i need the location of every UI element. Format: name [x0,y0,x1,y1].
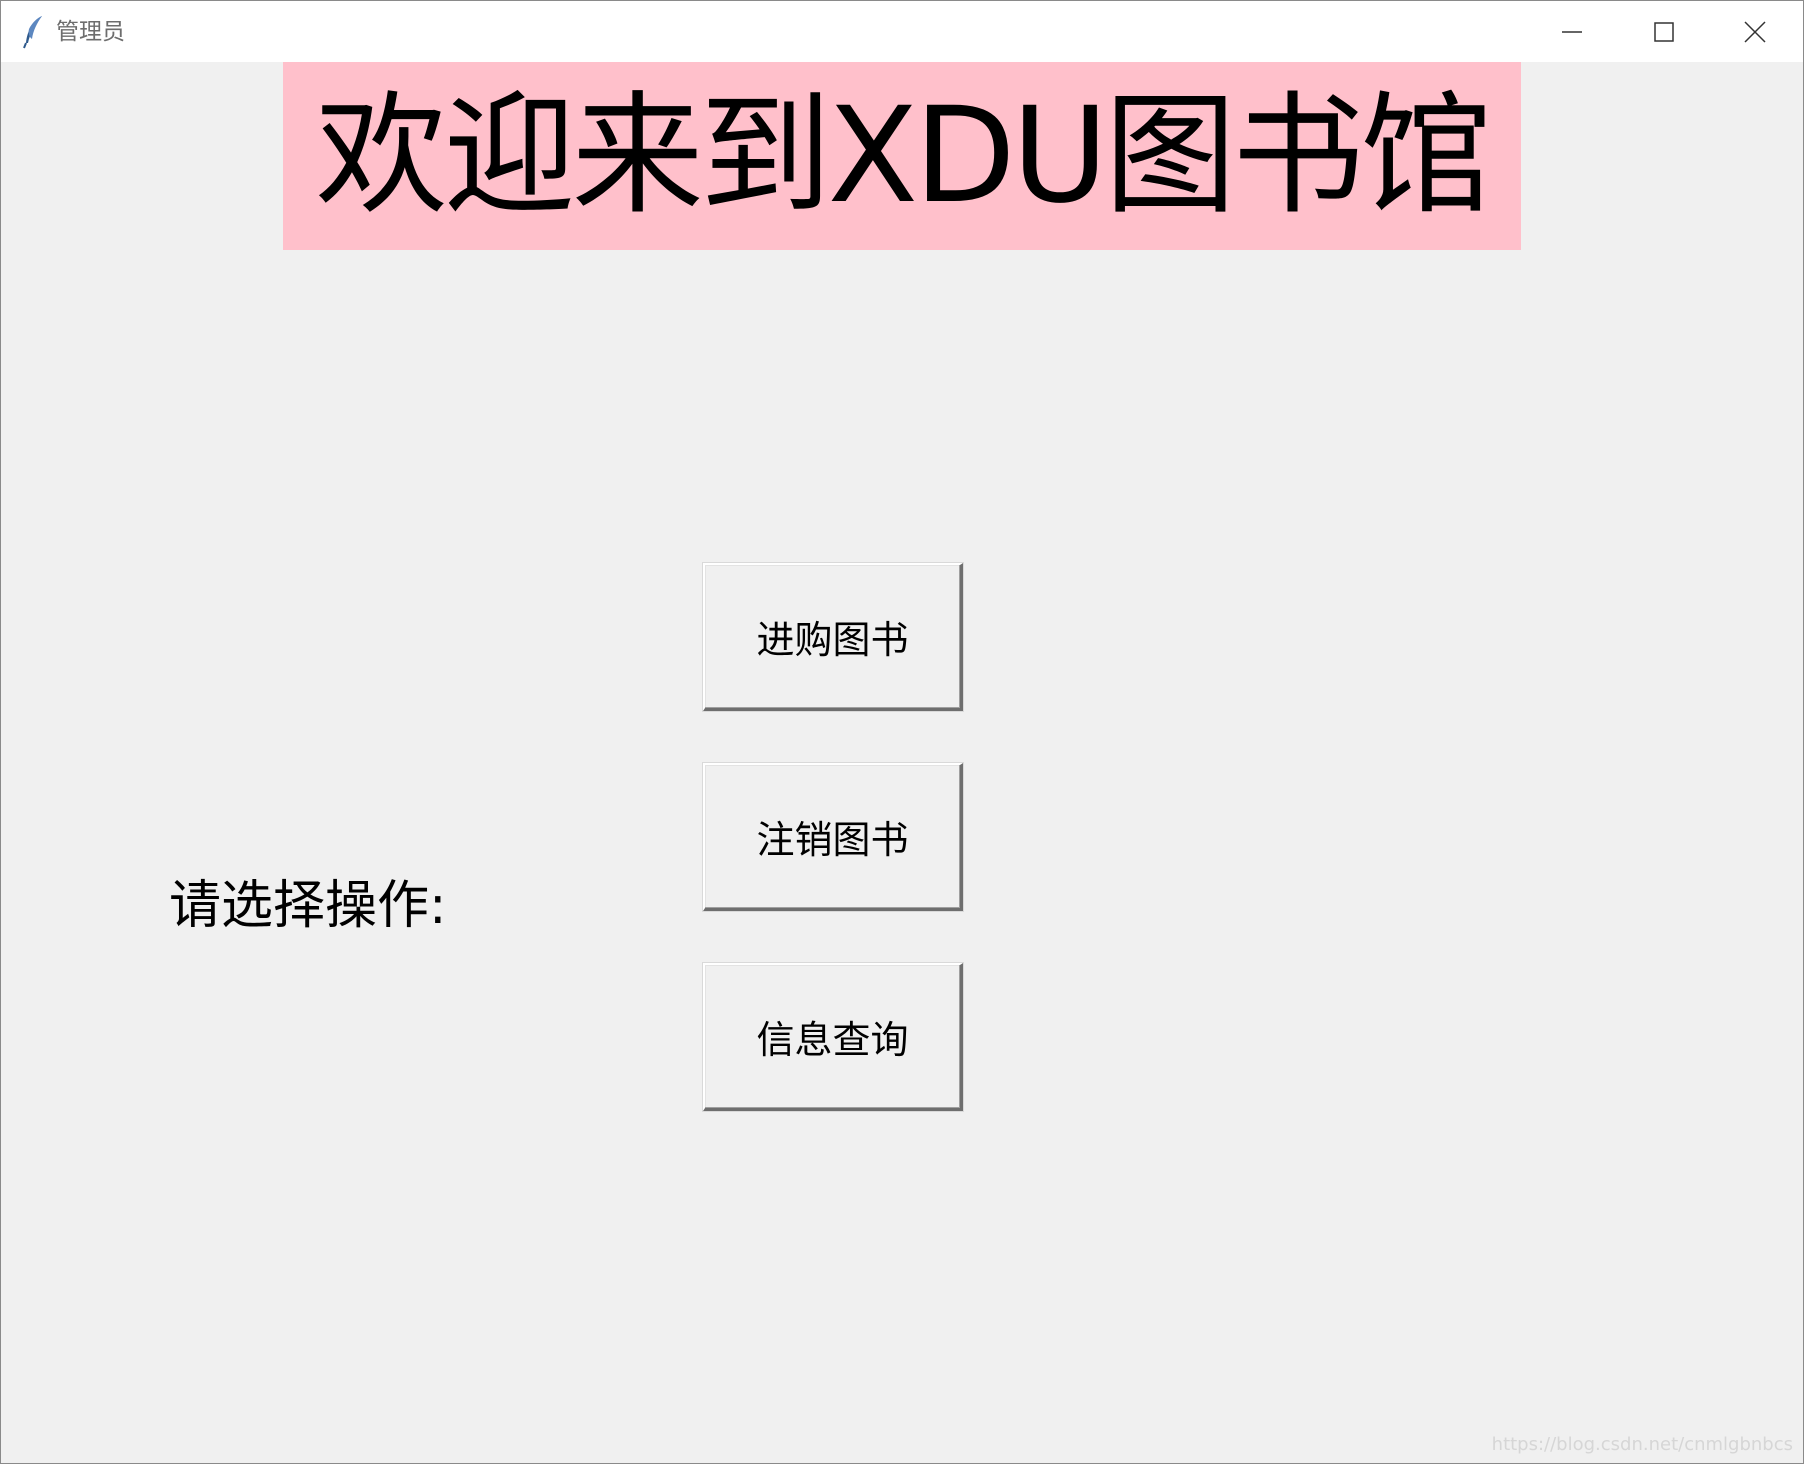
feather-icon [23,15,45,49]
close-button[interactable] [1709,1,1801,62]
welcome-banner: 欢迎来到XDU图书馆 [283,62,1521,250]
choose-action-label: 请选择操作: [169,876,447,936]
watermark: https://blog.csdn.net/cnmlgbnbcs [1491,1434,1793,1455]
minimize-icon [1562,22,1582,42]
app-window: 管理员 欢迎来到XDU图书馆 请选择操作: 进购图书 注销图书 信息查询 htt… [0,0,1804,1464]
close-icon [1744,20,1766,43]
purchase-books-button[interactable]: 进购图书 [703,563,963,711]
title-bar[interactable]: 管理员 [1,1,1803,62]
deregister-books-button[interactable]: 注销图书 [703,763,963,911]
client-area: 欢迎来到XDU图书馆 请选择操作: 进购图书 注销图书 信息查询 https:/… [1,62,1803,1463]
window-title: 管理员 [56,19,125,45]
minimize-button[interactable] [1526,1,1618,62]
info-query-button[interactable]: 信息查询 [703,963,963,1111]
maximize-icon [1654,21,1674,42]
maximize-button[interactable] [1618,1,1710,62]
